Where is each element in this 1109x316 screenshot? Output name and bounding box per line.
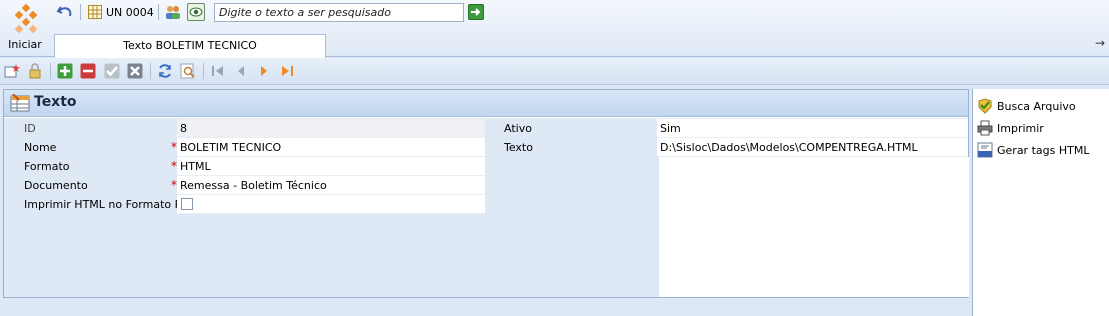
start-logo-icon [14, 3, 38, 34]
texto-field[interactable]: D:\Sisloc\Dados\Modelos\COMPENTREGA.HTML [657, 138, 968, 157]
status-band [0, 300, 972, 316]
unit-button[interactable]: UN 0004 [88, 3, 154, 21]
html-tags-icon [977, 142, 993, 158]
documento-field[interactable]: Remessa - Boletim Técnico [177, 176, 485, 195]
new-record-icon[interactable] [4, 63, 20, 79]
previous-record-icon[interactable] [233, 63, 249, 79]
go-arrow-icon[interactable] [468, 4, 484, 20]
search-input[interactable] [214, 3, 464, 22]
start-label: Iniciar [8, 38, 42, 51]
formato-label: Formato [24, 160, 70, 173]
printer-icon [977, 120, 993, 136]
id-field: 8 [177, 119, 485, 138]
sidebar-item-label: Gerar tags HTML [997, 143, 1090, 157]
panel-title: Texto [34, 94, 77, 110]
next-record-icon[interactable] [256, 63, 272, 79]
nome-field[interactable]: BOLETIM TECNICO [177, 138, 485, 157]
first-record-icon[interactable] [210, 63, 226, 79]
sidebar-item-busca-arquivo[interactable]: Busca Arquivo [977, 96, 1076, 116]
undo-icon[interactable] [56, 3, 74, 21]
toolbar-separator [150, 63, 151, 79]
sidebar-item-label: Imprimir [997, 121, 1044, 135]
documento-label: Documento [24, 179, 88, 192]
pdf-field [177, 195, 485, 214]
lock-icon[interactable] [27, 63, 43, 79]
sidebar-item-gerar-tags[interactable]: Gerar tags HTML [977, 140, 1089, 160]
ativo-label: Ativo [504, 122, 532, 135]
formato-field[interactable]: HTML [177, 157, 485, 176]
toolbar-separator [158, 4, 159, 20]
cancel-icon[interactable] [127, 63, 143, 79]
remove-icon[interactable] [80, 63, 96, 79]
users-icon[interactable] [164, 3, 182, 21]
table-icon [10, 94, 30, 112]
pdf-checkbox[interactable] [181, 198, 193, 210]
sidebar-item-imprimir[interactable]: Imprimir [977, 118, 1044, 138]
actions-sidebar: Busca Arquivo Imprimir Gerar tags HTML [972, 89, 1109, 316]
sidebar-item-label: Busca Arquivo [997, 99, 1076, 113]
grid-icon [88, 5, 102, 19]
ativo-field[interactable]: Sim [657, 119, 968, 138]
toolbar-separator [203, 63, 204, 79]
confirm-icon[interactable] [104, 63, 120, 79]
search-file-icon [978, 98, 992, 114]
texto-field-area[interactable] [658, 157, 969, 297]
form-area: ID 8 Ativo Sim Nome * BOLETIM TECNICO Te… [4, 118, 969, 297]
panel-header: Texto [4, 90, 968, 117]
refresh-icon[interactable] [157, 63, 173, 79]
tab-texto-boletim[interactable]: Texto BOLETIM TECNICO [54, 34, 326, 58]
nome-label: Nome [24, 141, 57, 154]
unit-label: UN 0004 [106, 5, 154, 19]
search-record-icon[interactable] [180, 63, 196, 79]
top-bar: Iniciar UN 0004 Texto BOLETIM TECNICO → [0, 0, 1109, 58]
tab-scroll-icon[interactable]: → [1095, 36, 1105, 50]
toolbar-separator [80, 4, 81, 20]
pdf-label: Imprimir HTML no Formato PDF [24, 198, 197, 211]
record-toolbar [0, 58, 1109, 85]
toolbar-separator [50, 63, 51, 79]
id-label: ID [24, 122, 36, 135]
start-button[interactable]: Iniciar [0, 0, 50, 57]
last-record-icon[interactable] [279, 63, 295, 79]
eye-icon[interactable] [187, 3, 205, 21]
texto-panel: Texto ID 8 Ativo Sim Nome * BOLETIM TECN… [3, 89, 969, 298]
add-icon[interactable] [57, 63, 73, 79]
texto-label: Texto [504, 141, 533, 154]
